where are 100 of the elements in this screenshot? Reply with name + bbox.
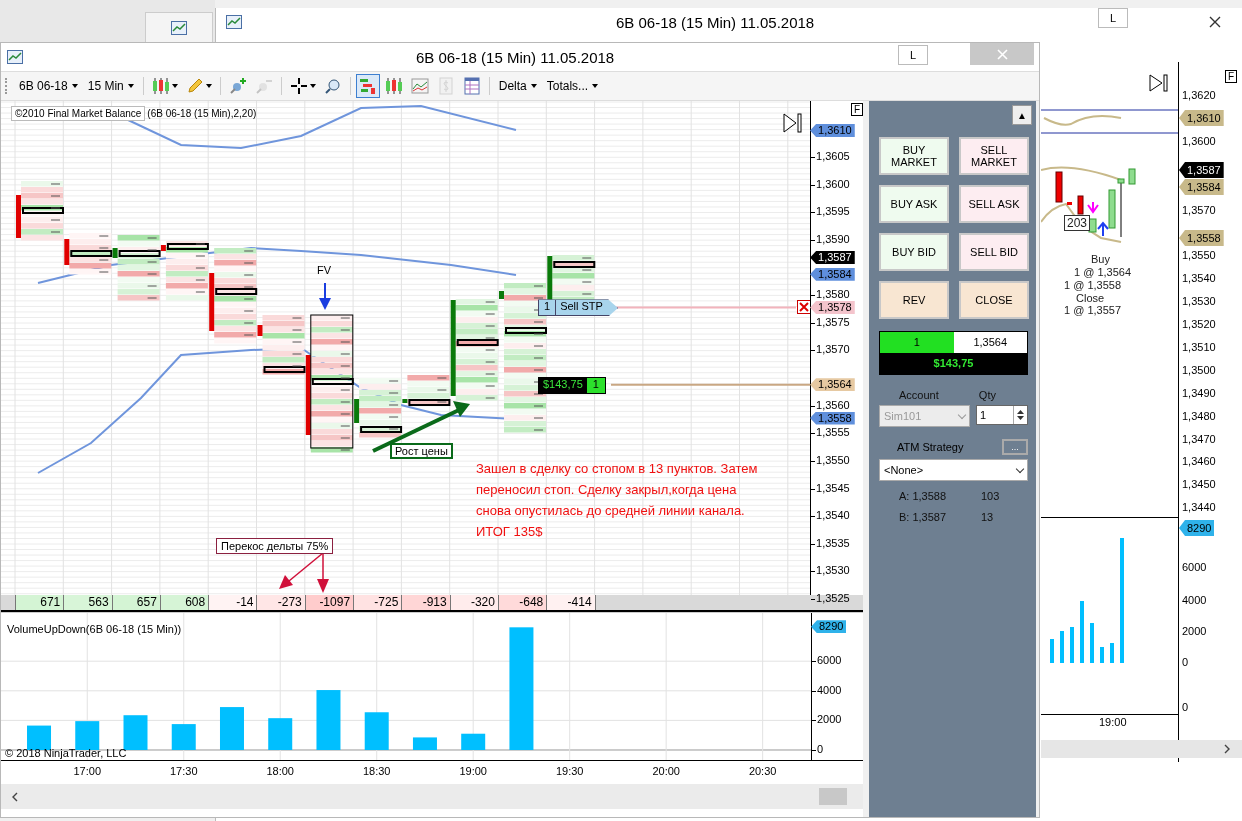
position-quantity: 1	[880, 332, 954, 353]
axis-label: 1,3550	[811, 453, 850, 467]
pin-plus-icon	[228, 77, 247, 95]
axis-label: 1,3520	[1182, 318, 1216, 331]
flag-label: F	[850, 103, 863, 116]
crosshair-icon	[289, 77, 308, 95]
close-icon	[996, 48, 1008, 60]
chart-tab[interactable]	[145, 12, 213, 42]
axis-label: 1,3600	[1182, 134, 1216, 148]
quote-size: 13	[981, 511, 994, 523]
delta-cell: 671	[15, 595, 64, 610]
time-label: 18:00	[265, 765, 295, 777]
candlestick-icon	[384, 77, 403, 95]
candlestick	[1128, 168, 1136, 185]
order-button[interactable]: CLOSE	[959, 281, 1029, 319]
close-icon[interactable]	[1209, 16, 1221, 28]
time-label: 17:00	[72, 765, 102, 777]
stop-order-tag[interactable]: 1 Sell STP	[538, 299, 618, 317]
arrow-down-icon	[1087, 201, 1099, 214]
quantity-spinner[interactable]: 1	[976, 405, 1028, 425]
position-tag[interactable]: $143,75 1	[538, 376, 606, 394]
document-icon	[436, 77, 455, 95]
order-button[interactable]: BUY ASK	[879, 185, 949, 223]
delta-cell: -913	[401, 595, 450, 610]
comment-text: Зашел в сделку со стопом в 13 пунктов. Затем переносил стоп. Сделку закрыл,когда цена снова опустилась до средней линии канала. ИТОГ 135$	[476, 460, 758, 541]
quote-price: A: 1,3588	[899, 490, 948, 502]
axis-label: 0	[812, 743, 824, 756]
chart-icon	[226, 15, 242, 29]
scrollbar[interactable]	[1, 784, 863, 809]
axis-label: 1,3605	[811, 150, 850, 163]
footprint-column	[16, 181, 64, 241]
chevron-left-icon[interactable]	[11, 791, 19, 802]
axis-label: 2000	[1182, 625, 1207, 638]
layout-button[interactable]: L	[1098, 8, 1128, 28]
axis-label: 1,3570	[811, 343, 850, 357]
axis-label: 6000	[1182, 561, 1207, 574]
arrow-up-icon	[1097, 221, 1109, 237]
delta-cell: -14	[208, 595, 257, 610]
totals-dropdown[interactable]: Totals...	[542, 77, 603, 95]
order-button[interactable]: SELL MARKET	[959, 137, 1029, 175]
axis-label: 1,3500	[1182, 363, 1216, 377]
axis-label: 1,3440	[1182, 501, 1216, 515]
spinner-arrows-icon[interactable]	[1016, 408, 1025, 422]
order-button[interactable]: BUY BID	[879, 233, 949, 271]
axis-label: 4000	[812, 683, 842, 697]
price-tag: 1,3564	[810, 378, 855, 392]
scrollbar[interactable]	[1041, 740, 1242, 758]
chevron-right-icon[interactable]	[1223, 744, 1231, 754]
close-icon[interactable]	[797, 300, 811, 315]
candlestick	[1055, 171, 1063, 203]
quote-size: 103	[981, 490, 1000, 502]
order-button[interactable]: REV	[879, 281, 949, 319]
order-quantity: 1	[539, 300, 557, 316]
layout-button[interactable]: L	[898, 45, 928, 65]
price-tag: 1,3584	[1179, 179, 1224, 195]
flag-label: F	[1225, 70, 1238, 83]
count-label: 203	[1064, 215, 1091, 231]
interval-dropdown[interactable]: 15 Min	[83, 77, 138, 95]
trade-label: 1 @ 1,3564	[1074, 266, 1132, 278]
trade-label: 1 @ 1,3558	[1064, 279, 1122, 291]
collapse-button[interactable]: ▲	[1012, 105, 1032, 125]
arrow	[319, 282, 331, 310]
profit-label: $143,75	[539, 377, 587, 393]
order-button[interactable]: SELL BID	[959, 233, 1029, 271]
more-button[interactable]: ...	[1002, 439, 1028, 455]
price-tag: 1,3558	[1179, 230, 1224, 246]
pin-minus-icon	[254, 77, 273, 95]
price-tag: 1,3584	[810, 267, 855, 281]
scroll-end-icon[interactable]	[783, 113, 803, 133]
candlestick	[1067, 202, 1072, 205]
time-label: 19:00	[1099, 716, 1127, 728]
axis-label: 1,3470	[1182, 432, 1216, 446]
order-button[interactable]: BUY MARKET	[879, 137, 949, 175]
atm-strategy-dropdown[interactable]: <None>	[879, 459, 1028, 481]
chart-label: Рост цены	[390, 443, 453, 459]
delta-cell: -320	[449, 595, 498, 610]
axis-label: 0	[1182, 656, 1189, 669]
axis-label: 1,3510	[1182, 340, 1216, 354]
order-label: Sell STP	[559, 300, 604, 315]
price-tag: 1,3587	[810, 251, 855, 265]
delta-dropdown[interactable]: Delta	[494, 77, 541, 95]
scrollbar-thumb[interactable]	[819, 788, 847, 805]
scroll-end-icon[interactable]	[1149, 74, 1169, 92]
delta-cell: -414	[546, 595, 595, 610]
time-label: 18:30	[361, 765, 392, 777]
axis-label: 1,3535	[811, 536, 850, 550]
chart-label: FV	[317, 264, 332, 276]
price-tag: 1,3610	[1179, 110, 1224, 126]
axis-label: 1,3545	[811, 481, 850, 495]
axis-label: 0	[1182, 701, 1189, 714]
field-label: ATM Strategy	[897, 441, 964, 453]
bar-stack-icon	[358, 77, 377, 95]
search-icon	[323, 77, 342, 95]
indicator-tooltip: ©2010 Final Market Balance	[11, 106, 146, 121]
order-button[interactable]: SELL ASK	[959, 185, 1029, 223]
instrument-dropdown[interactable]: 6B 06-18	[15, 77, 82, 95]
axis-label: 1,3555	[811, 426, 850, 440]
copyright-text: © 2018 NinjaTrader, LLC	[5, 747, 127, 759]
axis-label: 1,3525	[811, 592, 850, 605]
delta-cell: -1097	[304, 595, 354, 610]
